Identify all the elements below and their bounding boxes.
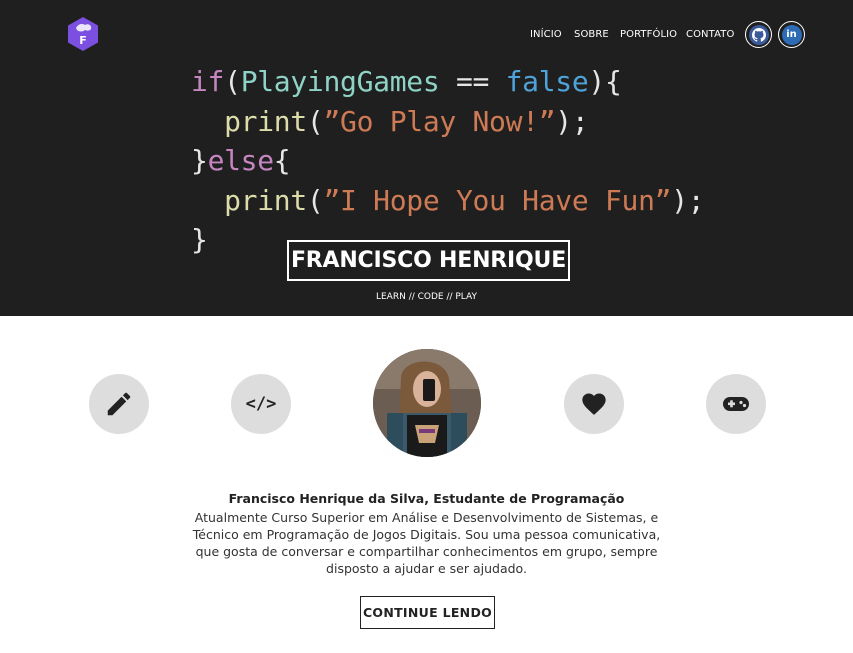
code-line-1: if(PlayingGames == false){ — [191, 65, 622, 98]
code-icon-circle: </> — [231, 374, 291, 434]
github-icon — [751, 27, 766, 42]
github-button[interactable] — [745, 21, 772, 48]
nav-link-sobre[interactable]: SOBRE — [574, 27, 609, 43]
profile-photo — [373, 349, 481, 457]
code-line-2: print(”Go Play Now!”); — [224, 104, 589, 138]
hero-section: F INÍCIO SOBRE PORTFÓLIO CONTATO in if(P… — [0, 0, 853, 316]
heart-icon — [582, 393, 606, 415]
linkedin-icon: in — [781, 24, 802, 45]
continue-reading-button[interactable]: CONTINUE LENDO — [360, 596, 495, 629]
about-title: Francisco Henrique da Silva, Estudante d… — [228, 491, 625, 506]
hero-tagline: LEARN // CODE // PLAY — [375, 292, 477, 302]
pencil-icon — [107, 392, 131, 416]
profile-photo-image — [373, 349, 481, 457]
main-nav: INÍCIO SOBRE PORTFÓLIO CONTATO — [0, 27, 853, 43]
nav-link-portfolio[interactable]: PORTFÓLIO — [620, 27, 677, 43]
about-text: Atualmente Curso Superior em Análise e D… — [192, 510, 661, 576]
code-line-4: print(”I Hope You Have Fun”); — [224, 183, 705, 217]
pencil-icon-circle — [89, 374, 149, 434]
hero-name: FRANCISCO HENRIQUE — [287, 240, 570, 281]
code-line-3: }else{ — [191, 144, 291, 177]
heart-icon-circle — [564, 374, 624, 434]
gamepad-icon-circle — [706, 374, 766, 434]
nav-link-contato[interactable]: CONTATO — [686, 27, 734, 43]
code-snippet: if(PlayingGames == false){ print(”Go Pla… — [191, 62, 705, 260]
code-icon: </> — [245, 394, 277, 414]
linkedin-button[interactable]: in — [778, 21, 805, 48]
gamepad-icon — [723, 397, 749, 411]
nav-link-inicio[interactable]: INÍCIO — [530, 27, 562, 43]
